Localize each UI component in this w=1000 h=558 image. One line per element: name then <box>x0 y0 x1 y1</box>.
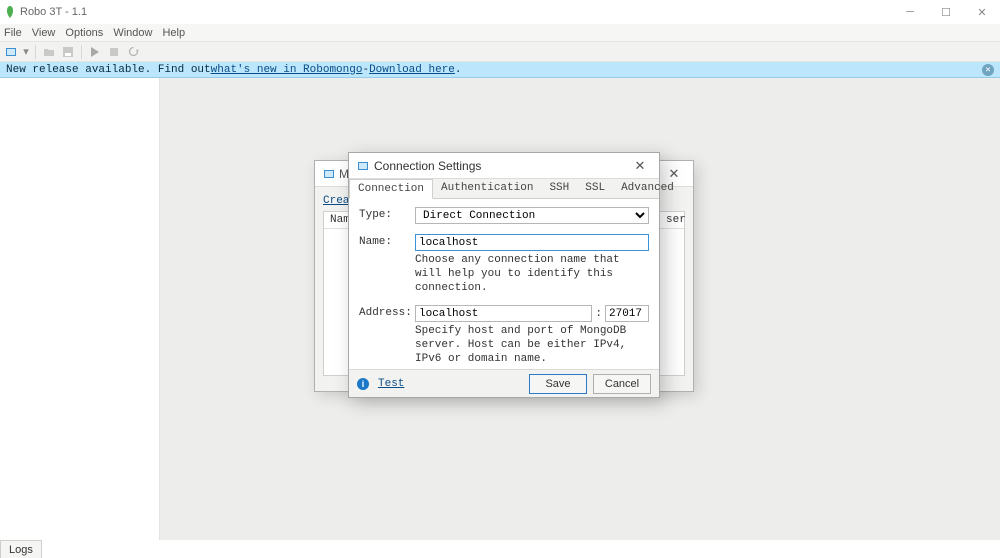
menu-options[interactable]: Options <box>65 27 103 39</box>
type-label: Type: <box>359 207 415 221</box>
toolbar-separator <box>35 45 36 59</box>
connection-settings-dialog: Connection Settings ✕ Connection Authent… <box>348 152 660 398</box>
toolbar-separator <box>81 45 82 59</box>
notification-bar: New release available. Find out what's n… <box>0 62 1000 78</box>
tab-ssl[interactable]: SSL <box>577 179 613 198</box>
download-link[interactable]: Download here <box>369 64 455 76</box>
whats-new-link[interactable]: what's new in Robomongo <box>211 64 363 76</box>
col-user-frag: ser <box>660 212 684 228</box>
info-icon: i <box>357 378 369 390</box>
window-title: Robo 3T - 1.1 <box>20 6 87 18</box>
logs-tab[interactable]: Logs <box>0 540 42 558</box>
name-input[interactable] <box>415 234 649 251</box>
name-label: Name: <box>359 234 415 248</box>
tab-ssh[interactable]: SSH <box>541 179 577 198</box>
address-port-input[interactable] <box>605 305 649 322</box>
save-button[interactable]: Save <box>529 374 587 394</box>
notify-suffix: . <box>455 64 462 76</box>
tab-authentication[interactable]: Authentication <box>433 179 541 198</box>
settings-close-button[interactable]: ✕ <box>629 156 651 176</box>
menu-view[interactable]: View <box>32 27 56 39</box>
sidebar <box>0 78 160 540</box>
settings-footer: i Test Save Cancel <box>349 369 659 397</box>
tab-advanced[interactable]: Advanced <box>613 179 682 198</box>
menu-help[interactable]: Help <box>162 27 185 39</box>
cancel-button[interactable]: Cancel <box>593 374 651 394</box>
test-button[interactable]: Test <box>378 378 404 390</box>
toolbar: ▾ <box>0 42 1000 62</box>
connect-dropdown-icon[interactable]: ▾ <box>22 44 30 60</box>
name-hint: Choose any connection name that will hel… <box>415 254 649 295</box>
settings-body: Type: Direct Connection Name: Choose any… <box>349 199 659 371</box>
tab-connection[interactable]: Connection <box>349 179 433 199</box>
menu-window[interactable]: Window <box>113 27 152 39</box>
type-select[interactable]: Direct Connection <box>415 207 649 224</box>
menubar: File View Options Window Help <box>0 24 1000 42</box>
address-host-input[interactable] <box>415 305 592 322</box>
save-icon[interactable] <box>60 44 76 60</box>
notify-close-icon[interactable]: ✕ <box>982 64 994 76</box>
notify-text: New release available. Find out <box>6 64 211 76</box>
address-label: Address: <box>359 305 415 319</box>
close-button[interactable]: ✕ <box>964 0 1000 24</box>
address-separator: : <box>595 308 602 320</box>
titlebar: Robo 3T - 1.1 ─ ☐ ✕ <box>0 0 1000 24</box>
settings-title: Connection Settings <box>374 159 481 173</box>
settings-titlebar: Connection Settings ✕ <box>349 153 659 179</box>
dialog-icon <box>357 160 369 172</box>
minimize-button[interactable]: ─ <box>892 0 928 24</box>
play-icon[interactable] <box>87 44 103 60</box>
menu-file[interactable]: File <box>4 27 22 39</box>
stop-icon[interactable] <box>106 44 122 60</box>
connect-icon[interactable] <box>3 44 19 60</box>
dialog-icon <box>323 168 335 180</box>
address-hint: Specify host and port of MongoDB server.… <box>415 325 649 366</box>
app-icon <box>4 6 16 18</box>
notify-sep: - <box>362 64 369 76</box>
settings-tabs: Connection Authentication SSH SSL Advanc… <box>349 179 659 199</box>
open-icon[interactable] <box>41 44 57 60</box>
maximize-button[interactable]: ☐ <box>928 0 964 24</box>
rotate-icon[interactable] <box>125 44 141 60</box>
